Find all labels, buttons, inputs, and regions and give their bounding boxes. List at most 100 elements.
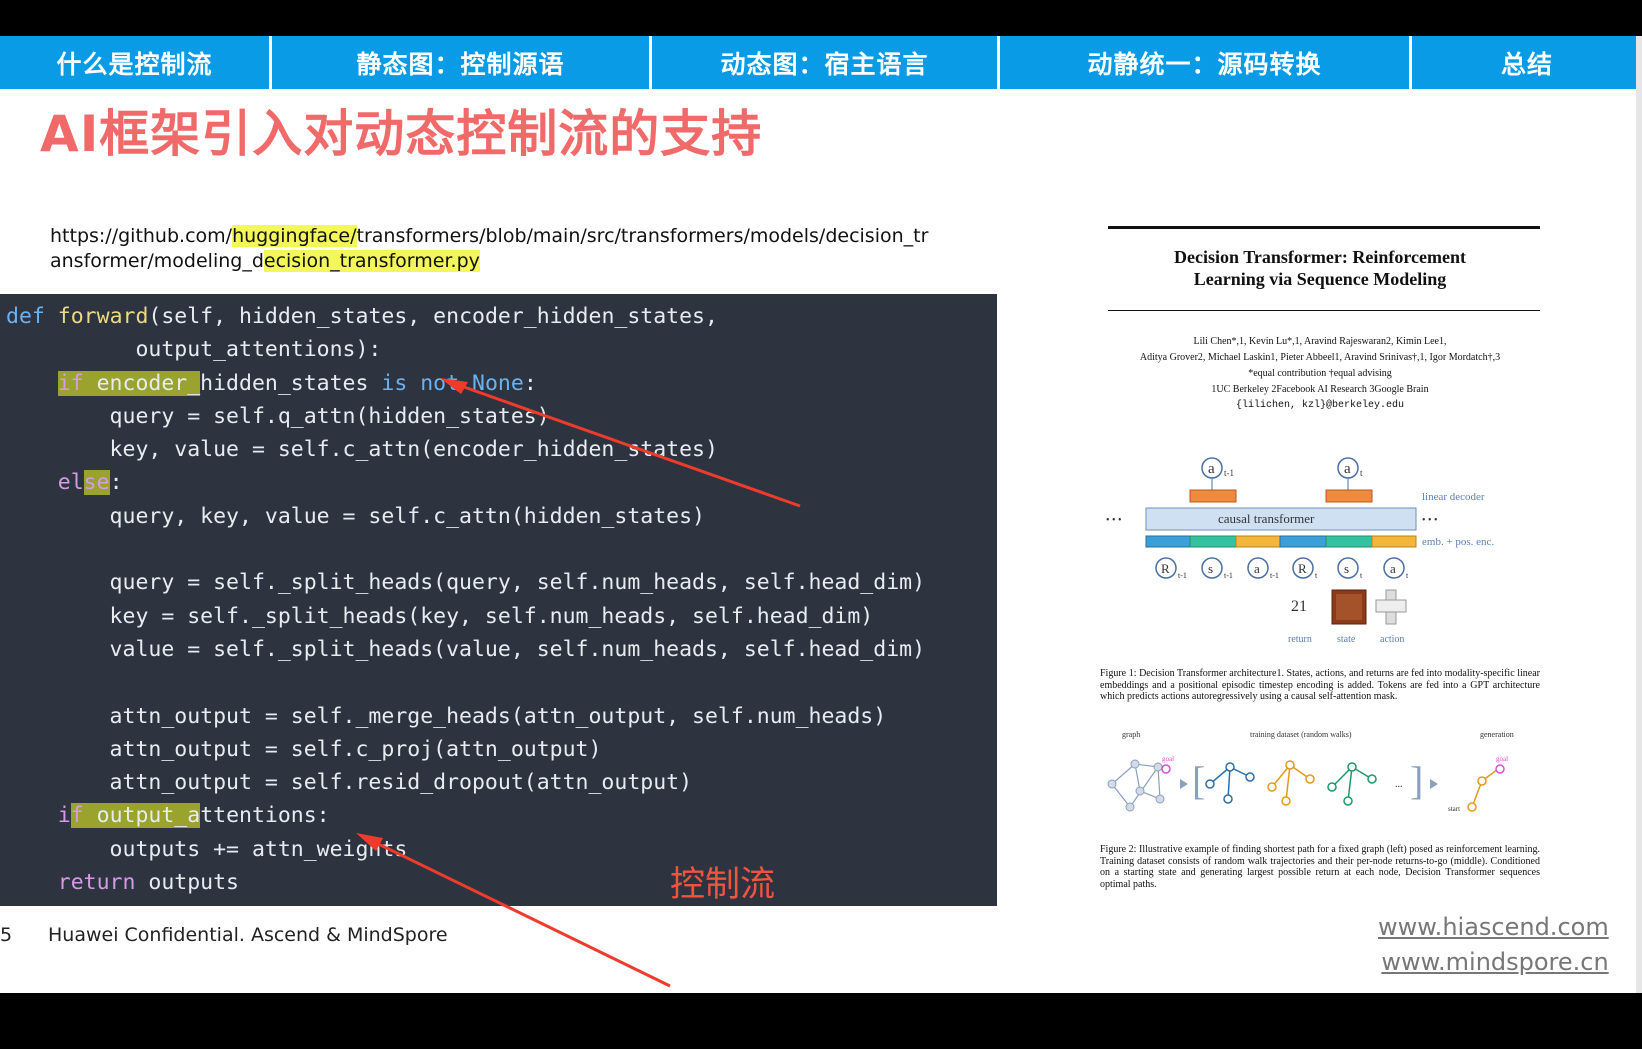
paper-authors: Lili Chen*,1, Kevin Lu*,1, Aravind Rajes… [1100,334,1540,414]
author-line: 1UC Berkeley 2Facebook AI Research 3Goog… [1211,384,1429,395]
state-example-inner [1336,594,1362,620]
diagram-text: s [1344,561,1349,576]
diagram-text: t [1360,571,1363,580]
diagram-text: t-1 [1178,571,1187,580]
walk-node [1467,802,1477,812]
page-number: 5 [0,924,13,946]
diagram-text: R [1161,561,1170,576]
scrollbar[interactable] [1636,36,1642,993]
flow-arrow [1430,779,1438,789]
diagram-text: return [1288,634,1312,645]
diagram-text: causal transformer [1218,511,1315,526]
diagram-text: • • • [1106,515,1122,526]
arrow-line [361,834,671,988]
paper-title-line1: Decision Transformer: Reinforcement [1100,246,1540,268]
bracket-glyph: [ [1192,758,1205,803]
diagram-text: s [1208,561,1213,576]
embedding-box [1325,535,1373,548]
slide: 什么是控制流 静态图：控制源语 动态图：宿主语言 动静统一：源码转换 总结 AI… [0,36,1642,993]
diagram-text: goal [1496,755,1508,763]
diagram-text: training dataset (random walks) [1250,730,1352,739]
walk-node [1223,794,1233,804]
walk-node [1347,762,1357,772]
author-line: *equal contribution †equal advising [1248,368,1392,379]
diagram-text: a [1344,461,1351,477]
walk-node [1477,776,1487,786]
action-example [1375,599,1407,613]
arrow-head [356,833,383,851]
goal-node [1495,764,1505,774]
walk-node [1367,774,1377,784]
diagram-text: t [1315,571,1318,580]
decoder-box [1189,489,1237,503]
diagram-text: t-1 [1224,571,1233,580]
embedding-box [1189,535,1237,548]
diagram-text: action [1380,634,1404,645]
flow-arrow [1180,779,1188,789]
graph-edge [1129,766,1159,808]
graph-node [1153,762,1163,772]
walk-node [1281,796,1291,806]
embedding-box [1145,535,1191,548]
graph-edge [1111,763,1136,785]
diagram-text: linear decoder [1422,491,1485,503]
walk-node [1343,796,1353,806]
walk-node [1245,772,1255,782]
graph-node [1135,786,1145,796]
diagram-text: start [1448,805,1460,813]
top-rule [1108,226,1540,229]
diagram-text: a [1208,461,1215,477]
embedding-box [1235,535,1281,548]
goal-node [1161,764,1171,774]
walk-edge [1347,766,1353,802]
diagram-text: state [1337,634,1356,645]
author-line: {lilichen, kzl}@berkeley.edu [1235,400,1405,411]
paper-title-line2: Learning via Sequence Modeling [1193,269,1447,289]
diagram-text: generation [1480,730,1514,739]
diagram-text: ... [1395,779,1403,790]
paper-title: Decision Transformer: Reinforcement Lear… [1100,246,1540,290]
walk-node [1225,762,1235,772]
hiascend-link[interactable]: www.hiascend.com [1378,910,1609,945]
graph-diagram: graph training dataset (random walks) ge… [1107,730,1514,813]
diagram-text: t [1360,468,1363,478]
graph-node [1155,794,1165,804]
footer-confidential: Huawei Confidential. Ascend & MindSpore [48,924,448,946]
figure1-caption: Figure 1: Decision Transformer architect… [1100,668,1540,702]
diagram-text: emb. + pos. enc. [1422,536,1494,548]
graph-node [1125,802,1135,812]
graph-edge [1157,766,1161,800]
walk-node [1285,760,1295,770]
diagram-text: • • • [1422,515,1438,526]
diagram-text: a [1254,561,1260,576]
diagram-text: graph [1122,730,1140,739]
diagram-text: t-1 [1270,571,1279,580]
title-text: Decision Transformer: Reinforcement [1174,247,1466,267]
title-rule [1108,310,1540,311]
walk-node [1267,782,1277,792]
diagram-text: goal [1162,755,1174,763]
diagram-text: a [1390,561,1396,576]
diagram-text: t-1 [1224,468,1234,478]
diagram-text: 21 [1291,598,1307,615]
walk-edge [1285,764,1291,802]
mindspore-link[interactable]: www.mindspore.cn [1378,945,1608,980]
embedding-box [1371,535,1417,548]
decoder-box [1325,489,1373,503]
arrow-head [440,378,468,394]
footer-links: www.hiascend.com www.mindspore.cn [1378,910,1609,980]
bracket-glyph: ] [1410,758,1423,803]
walk-edge [1227,766,1231,800]
walk-node [1327,782,1337,792]
author-line: Aditya Grover2, Michael Laskin1, Pieter … [1139,352,1501,363]
walk-node [1305,774,1315,784]
figure2-caption: Figure 2: Illustrative example of findin… [1100,844,1540,890]
graph-node [1130,759,1140,769]
graph-node [1107,779,1117,789]
embedding-box [1279,535,1327,548]
walk-node [1205,779,1215,789]
diagram-text: t [1406,571,1409,580]
author-line: Lili Chen*,1, Kevin Lu*,1, Aravind Rajes… [1193,336,1447,347]
paper-excerpt: Decision Transformer: Reinforcement Lear… [1100,226,1540,906]
diagram-text: R [1298,561,1307,576]
